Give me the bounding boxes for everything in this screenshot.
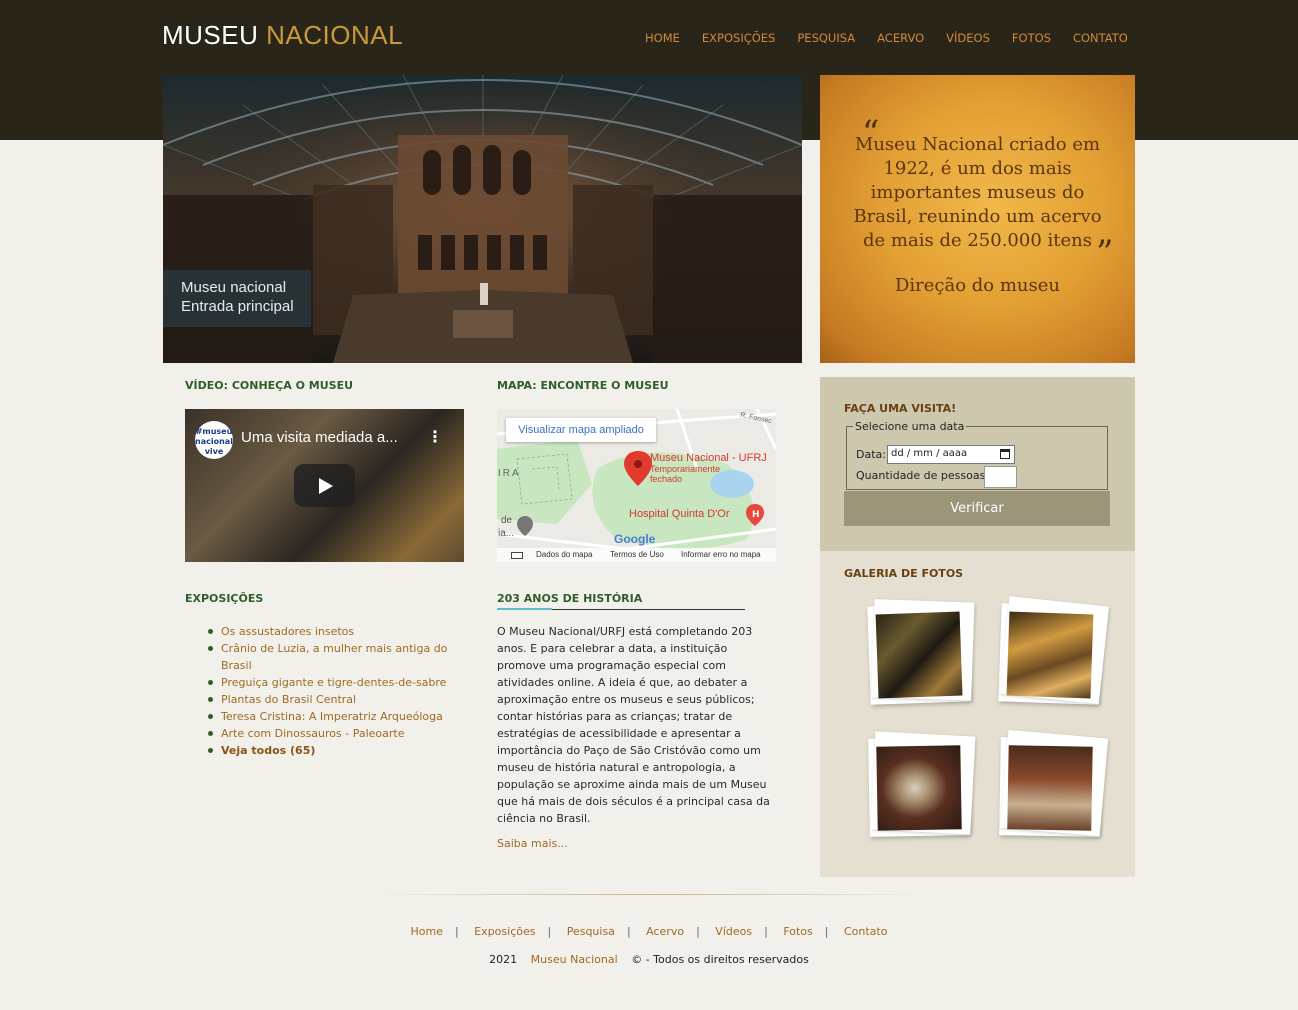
list-item[interactable]: Crânio de Luzia, a mulher mais antiga do…: [208, 640, 451, 674]
map-area-label2: de: [501, 515, 513, 526]
date-label: Data:: [856, 448, 886, 461]
map-footer-bar: Dados do mapa Termos de Uso Informar err…: [497, 548, 776, 562]
historia-title: 203 ANOS DE HISTÓRIA: [497, 592, 643, 605]
map-pin-status: Temporariamente fechado: [650, 464, 721, 484]
footer-link-fotos[interactable]: Fotos: [783, 925, 812, 938]
footer-link-exposicoes[interactable]: Exposições: [474, 925, 535, 938]
map-section-title: MAPA: ENCONTRE O MUSEU: [497, 379, 669, 392]
list-item[interactable]: Arte com Dinossauros - Paleoarte: [208, 725, 451, 742]
nav-contato[interactable]: CONTATO: [1073, 31, 1128, 45]
main-nav: HOME EXPOSIÇÕES PESQUISA ACERVO VÍDEOS F…: [645, 31, 1150, 45]
site-logo[interactable]: MUSEU NACIONAL: [162, 20, 403, 51]
quote-text: Museu Nacional criado em 1922, é um dos …: [853, 134, 1102, 251]
list-item[interactable]: Plantas do Brasil Central: [208, 691, 451, 708]
gallery-thumb: [1006, 611, 1094, 699]
gallery-photo-2[interactable]: [998, 603, 1102, 705]
exposicoes-section-title: EXPOSIÇÕES: [185, 592, 264, 605]
svg-text:H: H: [752, 510, 760, 520]
qty-label: Quantidade de pessoas:: [856, 469, 990, 482]
copyright-year: 2021: [489, 953, 518, 966]
logo-word-museu: MUSEU: [162, 20, 259, 50]
play-icon[interactable]: [294, 464, 355, 507]
map-hospital-label[interactable]: Hospital Quinta D'Or: [629, 508, 730, 520]
map-area-label3: ia...: [498, 528, 515, 539]
gallery-photo-3[interactable]: [868, 737, 970, 837]
gallery-title: GALERIA DE FOTOS: [844, 567, 964, 580]
verificar-button[interactable]: Verificar: [844, 491, 1110, 526]
copyright-brand[interactable]: Museu Nacional: [531, 953, 618, 966]
video-title[interactable]: Uma visita mediada a...: [241, 429, 398, 446]
gallery-thumb: [1007, 745, 1093, 831]
nav-home[interactable]: HOME: [645, 31, 680, 45]
footer-divider: [370, 894, 930, 895]
footer-link-pesquisa[interactable]: Pesquisa: [567, 925, 615, 938]
historia-text: O Museu Nacional/URFJ está completando 2…: [497, 625, 770, 825]
saiba-mais-link[interactable]: Saiba mais...: [497, 837, 568, 850]
visit-title: FAÇA UMA VISITA!: [844, 402, 957, 415]
quote-author: Direção do museu: [894, 275, 1061, 296]
footer-link-videos[interactable]: Vídeos: [715, 925, 752, 938]
visit-panel: FAÇA UMA VISITA! Selecione uma data Data…: [820, 377, 1135, 551]
nav-fotos[interactable]: FOTOS: [1012, 31, 1051, 45]
nav-acervo[interactable]: ACERVO: [877, 31, 924, 45]
footer-link-contato[interactable]: Contato: [844, 925, 887, 938]
footer-link-home[interactable]: Home: [411, 925, 443, 938]
map-terms-link[interactable]: Termos de Uso: [610, 550, 664, 559]
map-embed[interactable]: H Visualizar mapa ampliado Museu Naciona…: [497, 409, 776, 562]
nav-exposicoes[interactable]: EXPOSIÇÕES: [702, 31, 775, 45]
qty-input[interactable]: [984, 466, 1017, 488]
channel-logo[interactable]: #museu nacional vive: [195, 421, 233, 459]
more-vert-icon[interactable]: ⋮: [427, 427, 443, 446]
visit-legend: Selecione uma data: [855, 420, 965, 433]
gallery-photo-1[interactable]: [867, 603, 971, 705]
nav-pesquisa[interactable]: PESQUISA: [797, 31, 855, 45]
hero-image: Museu nacional Entrada principal: [163, 75, 802, 363]
gallery-panel: GALERIA DE FOTOS: [820, 551, 1135, 877]
historia-accent-line: [497, 608, 552, 610]
quote-panel: “ Museu Nacional criado em 1922, é um do…: [820, 75, 1135, 363]
hero-caption: Museu nacional Entrada principal: [163, 270, 311, 327]
map-data-link[interactable]: Dados do mapa: [536, 550, 592, 559]
hero-caption-line2: Entrada principal: [181, 298, 294, 315]
visit-fieldset: Selecione uma data Data: dd / mm / aaaa …: [846, 420, 1108, 490]
list-item[interactable]: Os assustadores insetos: [208, 623, 451, 640]
date-placeholder: dd / mm / aaaa: [891, 448, 968, 459]
copyright-rights: © - Todos os direitos reservados: [631, 953, 809, 966]
keyboard-icon[interactable]: [511, 552, 523, 559]
logo-word-nacional: NACIONAL: [266, 20, 404, 50]
footer-link-acervo[interactable]: Acervo: [646, 925, 684, 938]
video-section-title: VÍDEO: CONHEÇA O MUSEU: [185, 379, 354, 392]
exposicoes-list: Os assustadores insetos Crânio de Luzia,…: [208, 623, 451, 759]
footer-nav: Home | Exposições | Pesquisa | Acervo | Víde…: [410, 925, 888, 938]
gallery-thumb: [876, 745, 962, 831]
quote-close-mark: ”: [1096, 233, 1114, 273]
map-pin-label[interactable]: Museu Nacional - UFRJ: [650, 452, 767, 464]
nav-videos[interactable]: VÍDEOS: [946, 31, 990, 45]
video-player[interactable]: #museu nacional vive Uma visita mediada …: [185, 409, 464, 562]
see-all-link[interactable]: Veja todos (65): [208, 742, 451, 759]
gallery-photo-4[interactable]: [999, 737, 1101, 837]
map-enlarge-button[interactable]: Visualizar mapa ampliado: [506, 418, 656, 442]
gallery-thumb: [875, 611, 963, 699]
google-logo: Google: [614, 532, 656, 546]
map-area-label: IRA: [498, 468, 521, 479]
date-input[interactable]: dd / mm / aaaa: [887, 445, 1015, 464]
copyright: 2021 Museu Nacional © - Todos os direito…: [0, 953, 1298, 966]
list-item[interactable]: Teresa Cristina: A Imperatriz Arqueóloga: [208, 708, 451, 725]
hero-caption-line1: Museu nacional: [181, 279, 287, 296]
calendar-icon[interactable]: [1000, 449, 1010, 459]
map-report-link[interactable]: Informar erro no mapa: [681, 550, 761, 559]
list-item[interactable]: Preguiça gigante e tigre-dentes-de-sabre: [208, 674, 451, 691]
